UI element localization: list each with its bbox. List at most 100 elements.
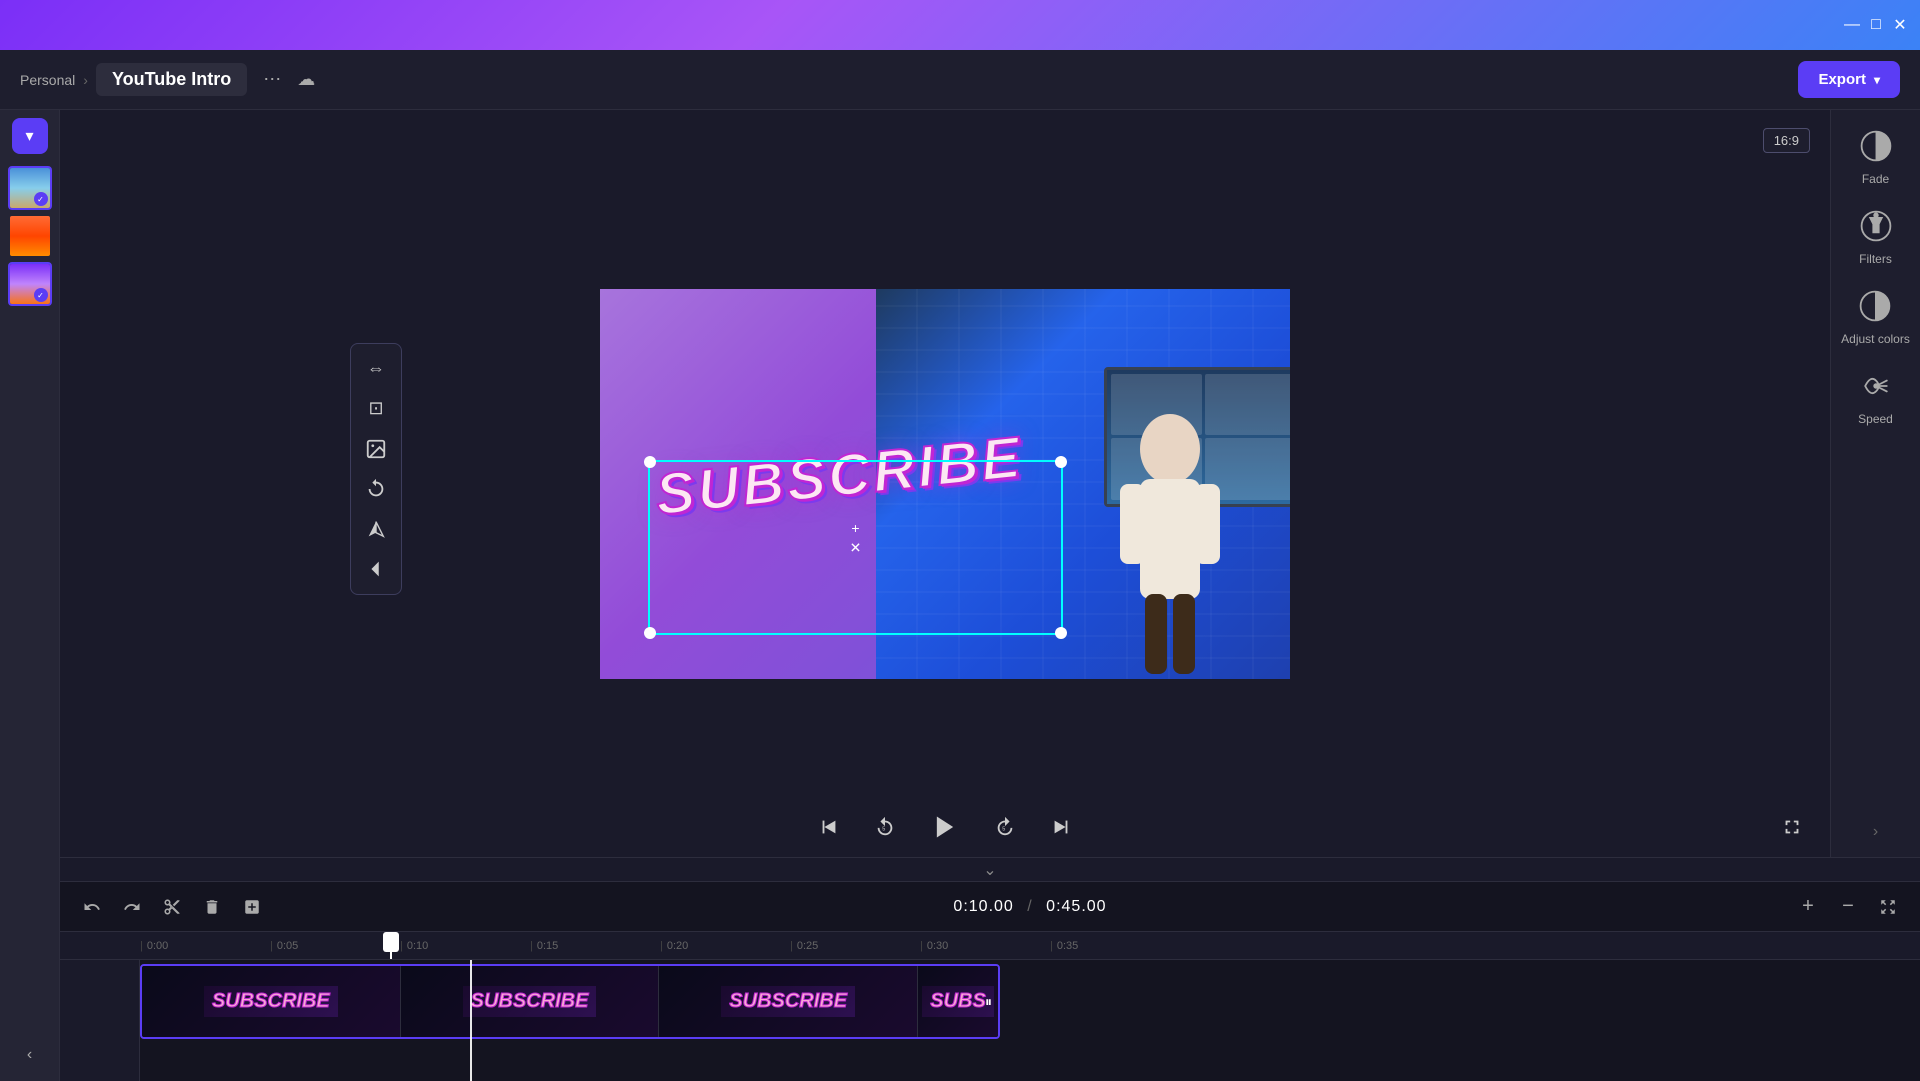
time-display: 0:10.00 / 0:45.00: [276, 898, 1784, 916]
selection-handle-bl[interactable]: [644, 627, 656, 639]
video-preview-area: 16:9: [60, 110, 1830, 857]
undo-button[interactable]: [76, 891, 108, 923]
svg-text:5: 5: [1002, 827, 1005, 833]
track-subscribe-3: SUBSCRIBE: [721, 986, 855, 1017]
rewind-5-button[interactable]: 5: [867, 809, 903, 845]
timeline-expand-chevron[interactable]: ⌄: [60, 857, 1920, 881]
video-track[interactable]: ⏸ SUBSCRIBE SUBSCRIBE: [140, 964, 1000, 1039]
adjust-colors-icon-svg: [1857, 288, 1893, 324]
fullscreen-icon: [1781, 816, 1803, 838]
speed-label: Speed: [1858, 412, 1893, 426]
app-container: Personal › YouTube Intro ⋯ ☁ Export ▾ ▾ …: [0, 50, 1920, 1081]
add-track-button[interactable]: [236, 891, 268, 923]
back-tool-button[interactable]: [357, 550, 395, 588]
svg-text:5: 5: [882, 827, 885, 833]
video-preview: SUBSCRIBE ✕ +: [600, 289, 1290, 679]
object-toolbox: ⇔ ⊡: [350, 343, 402, 595]
filters-effect-item[interactable]: Filters: [1856, 206, 1896, 266]
selection-handle-br[interactable]: [1055, 627, 1067, 639]
selection-handle-tr[interactable]: [1055, 456, 1067, 468]
maximize-button[interactable]: □: [1868, 17, 1884, 33]
skip-end-icon: [1050, 816, 1072, 838]
fade-effect-item[interactable]: Fade: [1856, 126, 1896, 186]
close-button[interactable]: ✕: [1892, 17, 1908, 33]
thumbnail-purple[interactable]: ✓: [8, 262, 52, 306]
minimize-button[interactable]: —: [1844, 17, 1860, 33]
crop-tool-button[interactable]: ⊡: [357, 390, 395, 428]
header: Personal › YouTube Intro ⋯ ☁ Export ▾: [0, 50, 1920, 110]
track-clip-2[interactable]: SUBSCRIBE: [401, 966, 659, 1037]
selected-check-icon: ✓: [34, 192, 48, 206]
ruler-mark-0: 0:00: [140, 940, 270, 952]
fade-icon: [1856, 126, 1896, 166]
adjust-colors-icon: [1855, 286, 1895, 326]
filters-icon: [1856, 206, 1896, 246]
person-silhouette: [1080, 399, 1260, 679]
redo-button[interactable]: [116, 891, 148, 923]
fullscreen-button[interactable]: [1774, 809, 1810, 845]
media-panel: ▾ ✓ ✓ ‹: [0, 110, 60, 1081]
expand-icon: [1879, 898, 1897, 916]
timeline-tracks: ⏸ SUBSCRIBE SUBSCRIBE: [60, 960, 1920, 1081]
ruler-playhead: [390, 932, 392, 959]
ruler-mark-25: 0:25: [790, 940, 920, 952]
ruler-mark-30: 0:30: [920, 940, 1050, 952]
time-separator: /: [1027, 898, 1032, 915]
ruler-mark-35: 0:35: [1050, 940, 1180, 952]
title-bar: — □ ✕: [0, 0, 1920, 50]
play-icon: [931, 813, 959, 841]
timeline-toolbar: 0:10.00 / 0:45.00 + −: [60, 882, 1920, 932]
thumbnail-landscape[interactable]: ✓: [8, 166, 52, 210]
resize-tool-button[interactable]: ⇔: [357, 350, 395, 388]
fade-icon-svg: [1858, 128, 1894, 164]
zoom-in-button[interactable]: +: [1792, 891, 1824, 923]
adjust-colors-effect-item[interactable]: Adjust colors: [1841, 286, 1910, 346]
cloud-sync-icon[interactable]: ☁: [297, 69, 315, 90]
video-background: SUBSCRIBE ✕ +: [600, 289, 1290, 679]
center-indicator: ✕: [850, 539, 862, 556]
delete-button[interactable]: [196, 891, 228, 923]
more-options-button[interactable]: ⋯: [263, 69, 281, 90]
project-title[interactable]: YouTube Intro: [96, 63, 247, 96]
image-tool-button[interactable]: [357, 430, 395, 468]
tracks-content: ⏸ SUBSCRIBE SUBSCRIBE: [140, 960, 1920, 1081]
skip-to-end-button[interactable]: [1043, 809, 1079, 845]
breadcrumb-personal[interactable]: Personal: [20, 72, 75, 88]
timeline-track-playhead: [470, 960, 472, 1081]
ruler-playhead-handle[interactable]: [383, 932, 399, 952]
zoom-out-button[interactable]: −: [1832, 891, 1864, 923]
play-button[interactable]: [923, 805, 967, 849]
speed-effect-item[interactable]: Speed: [1856, 366, 1896, 426]
flip-icon: [365, 518, 387, 540]
skip-start-icon: [818, 816, 840, 838]
export-button[interactable]: Export ▾: [1798, 61, 1900, 98]
aspect-ratio-badge[interactable]: 16:9: [1763, 128, 1810, 153]
cut-button[interactable]: [156, 891, 188, 923]
track-subscribe-2: SUBSCRIBE: [463, 986, 597, 1017]
skip-to-start-button[interactable]: [811, 809, 847, 845]
track-clip-3[interactable]: SUBSCRIBE: [659, 966, 917, 1037]
ruler-mark-15: 0:15: [530, 940, 660, 952]
add-track-icon: [243, 898, 261, 916]
collapse-panel-button[interactable]: ‹: [12, 1037, 48, 1073]
forward-5-button[interactable]: 5: [987, 809, 1023, 845]
effects-panel: Fade Filters: [1830, 110, 1920, 857]
filters-icon-svg: [1858, 208, 1894, 244]
filters-label: Filters: [1859, 252, 1892, 266]
fade-label: Fade: [1862, 172, 1889, 186]
selection-handle-tl[interactable]: [644, 456, 656, 468]
timeline-expand-button[interactable]: [1872, 891, 1904, 923]
ruler-mark-20: 0:20: [660, 940, 790, 952]
track-clip-1[interactable]: SUBSCRIBE: [142, 966, 400, 1037]
rewind-5-icon: 5: [874, 816, 896, 838]
track-pause-right: ⏸: [985, 993, 992, 1010]
thumbnail-orange[interactable]: [8, 214, 52, 258]
rotate-icon: [365, 478, 387, 500]
selection-box[interactable]: ✕ +: [648, 460, 1063, 635]
right-panel-collapse-button[interactable]: ›: [1873, 823, 1878, 841]
thumbnail-image-2: [10, 216, 50, 256]
panel-toggle-button[interactable]: ▾: [12, 118, 48, 154]
rotate-tool-button[interactable]: [357, 470, 395, 508]
speed-icon: [1856, 366, 1896, 406]
flip-tool-button[interactable]: [357, 510, 395, 548]
